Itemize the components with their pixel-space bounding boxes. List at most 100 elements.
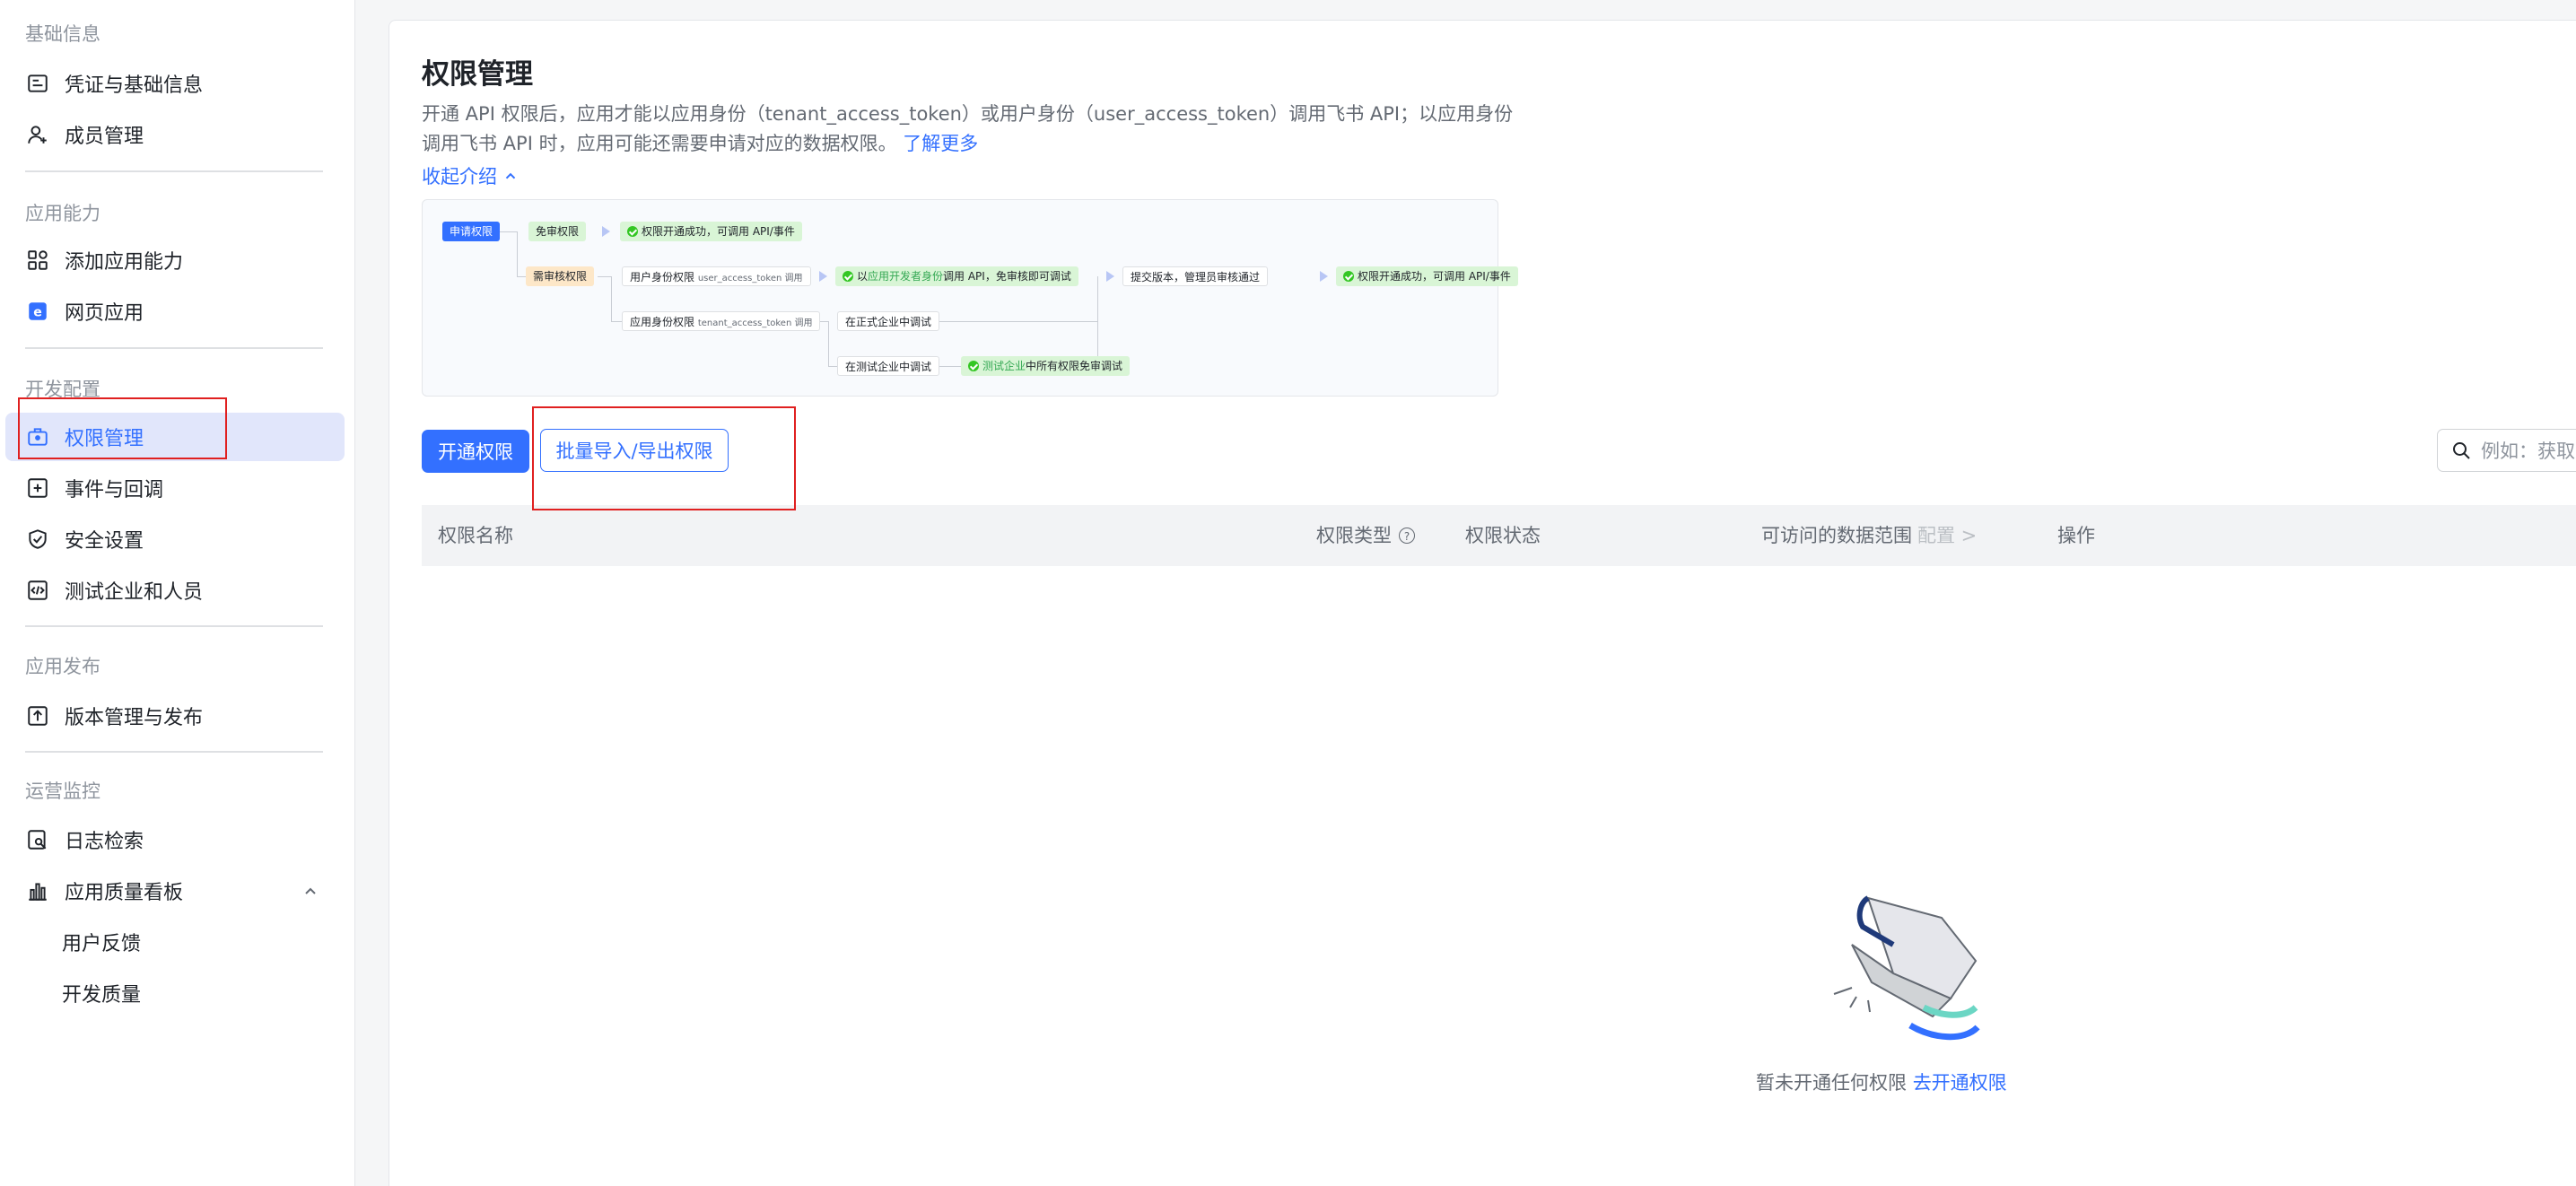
- flow-tenant-token: tenant_access_token 调用: [697, 318, 813, 328]
- check-circle-icon: [968, 361, 979, 371]
- sidebar-item-label: 日志检索: [65, 831, 144, 853]
- flow-success-2-text: 权限开通成功，可调用 API/事件: [1358, 270, 1511, 283]
- column-name: 权限名称: [438, 525, 513, 546]
- flow-line: [828, 366, 837, 367]
- flow-test-all-post: 中所有权限免审调试: [1026, 360, 1123, 372]
- sidebar-item-security[interactable]: 安全设置: [5, 515, 345, 563]
- go-open-permission-link[interactable]: 去开通权限: [1913, 1072, 2007, 1094]
- flow-dev-call-post: 调用 API，免审核即可调试: [943, 270, 1071, 283]
- upload-icon: [25, 703, 50, 728]
- flow-no-review: 免审权限: [528, 222, 587, 241]
- sidebar-item-label: 网页应用: [65, 302, 144, 325]
- sidebar-item-label: 安全设置: [65, 530, 144, 553]
- sidebar-item-quality-board[interactable]: 应用质量看板: [5, 867, 345, 915]
- column-scope-label: 可访问的数据范围: [1761, 525, 1912, 546]
- flow-line: [828, 321, 829, 366]
- flow-app-identity: 应用身份权限 tenant_access_token 调用: [622, 311, 821, 331]
- flow-user-token: user_access_token 调用: [697, 274, 803, 283]
- search-input[interactable]: 例如：获取: [2437, 429, 2576, 472]
- flow-arrow: [602, 226, 610, 237]
- sidebar-item-add-capability[interactable]: 添加应用能力: [5, 236, 345, 284]
- permission-flow-diagram: 申请权限 免审权限 权限开通成功，可调用 API/事件 需审核权限 用户身份权限…: [422, 199, 1518, 397]
- check-circle-icon: [627, 226, 638, 237]
- sidebar-item-label: 事件与回调: [65, 479, 164, 501]
- collapse-intro-link[interactable]: 收起介绍: [422, 162, 519, 189]
- section-title-release: 应用发布: [25, 656, 100, 677]
- section-title-monitoring: 运营监控: [25, 780, 100, 802]
- flow-line: [934, 321, 1097, 322]
- log-search-icon: [25, 827, 50, 852]
- flow-test-all: 测试企业中所有权限免审调试: [961, 356, 1131, 376]
- flow-line: [1097, 276, 1098, 366]
- help-circle-icon[interactable]: ?: [1399, 528, 1415, 544]
- flow-line: [611, 276, 612, 321]
- sidebar-item-web-app[interactable]: e 网页应用: [5, 287, 345, 336]
- section-title-capability: 应用能力: [25, 203, 100, 224]
- flow-user-identity-text: 用户身份权限: [630, 271, 695, 283]
- column-type-label: 权限类型: [1316, 525, 1392, 546]
- column-action: 操作: [2057, 525, 2095, 546]
- flow-formal-debug: 在正式企业中调试: [837, 311, 940, 331]
- flow-arrow: [1320, 271, 1328, 282]
- flow-user-identity: 用户身份权限 user_access_token 调用: [622, 266, 811, 286]
- page-description: 开通 API 权限后，应用才能以应用身份（tenant_access_token…: [422, 100, 1516, 159]
- sidebar-item-label: 凭证与基础信息: [65, 74, 204, 97]
- flow-line: [819, 321, 828, 322]
- sidebar-item-label: 测试企业和人员: [65, 581, 204, 604]
- main-panel: 权限管理 开通 API 权限后，应用才能以应用身份（tenant_access_…: [389, 20, 2576, 1186]
- highlight-box-sidebar: [18, 397, 227, 459]
- sidebar-item-label: 成员管理: [65, 126, 144, 148]
- flow-success-2: 权限开通成功，可调用 API/事件: [1336, 266, 1518, 286]
- sidebar-item-label: 版本管理与发布: [65, 707, 204, 729]
- divider: [25, 170, 323, 172]
- web-app-icon: e: [25, 299, 50, 324]
- sidebar-item-events[interactable]: 事件与回调: [5, 464, 345, 512]
- section-title-basic: 基础信息: [25, 23, 100, 45]
- search-placeholder: 例如：获取: [2481, 440, 2575, 462]
- table-header: 权限名称 权限类型 ? 权限状态 可访问的数据范围 配置 > 操作: [422, 505, 2576, 566]
- column-status: 权限状态: [1465, 525, 1541, 546]
- flow-dev-call: 以应用开发者身份调用 API，免审核即可调试: [835, 266, 1078, 286]
- column-scope: 可访问的数据范围 配置 >: [1761, 505, 1977, 566]
- chevron-up-icon[interactable]: [301, 882, 319, 900]
- sidebar-item-versions[interactable]: 版本管理与发布: [5, 692, 345, 740]
- open-permission-button[interactable]: 开通权限: [422, 430, 529, 473]
- sidebar-item-test-company[interactable]: 测试企业和人员: [5, 566, 345, 615]
- check-circle-icon: [843, 271, 853, 282]
- flow-arrow: [1106, 271, 1114, 282]
- divider: [25, 625, 323, 627]
- check-circle-icon: [1343, 271, 1354, 282]
- id-card-icon: [25, 71, 50, 96]
- sidebar-item-credentials[interactable]: 凭证与基础信息: [5, 59, 345, 108]
- flow-arrow: [819, 271, 827, 282]
- bar-chart-icon: [25, 878, 50, 903]
- sidebar-item-feedback[interactable]: 用户反馈: [5, 918, 345, 966]
- shield-check-icon: [25, 527, 50, 552]
- empty-box-illustration: [1833, 895, 1980, 1041]
- sidebar-item-log-search[interactable]: 日志检索: [5, 815, 345, 864]
- grid-add-icon: [25, 248, 50, 273]
- user-add-icon: [25, 122, 50, 147]
- sidebar: 基础信息 凭证与基础信息 成员管理 应用能力 添加应用能力 e 网页应用 开发配…: [0, 0, 355, 1186]
- sidebar-item-label: 添加应用能力: [65, 251, 184, 274]
- learn-more-link[interactable]: 了解更多: [903, 133, 978, 154]
- sidebar-item-dev-quality[interactable]: 开发质量: [5, 969, 345, 1017]
- flow-line: [517, 276, 526, 277]
- flow-apply: 申请权限: [442, 222, 501, 241]
- flow-dev-call-green: 应用开发者身份: [868, 270, 944, 283]
- flow-line: [499, 231, 517, 232]
- scope-config-link[interactable]: 配置 >: [1917, 505, 1977, 566]
- code-icon: [25, 578, 50, 603]
- flow-app-identity-text: 应用身份权限: [630, 316, 695, 328]
- svg-text:e: e: [33, 305, 42, 319]
- flow-line: [598, 276, 611, 277]
- sidebar-item-members[interactable]: 成员管理: [5, 110, 345, 159]
- flow-dev-call-pre: 以: [857, 270, 869, 283]
- flow-success-1-text: 权限开通成功，可调用 API/事件: [642, 225, 795, 238]
- event-add-icon: [25, 475, 50, 501]
- flow-submit: 提交版本，管理员审核通过: [1122, 266, 1269, 286]
- empty-state-message: 暂未开通任何权限 去开通权限: [1756, 1068, 2007, 1095]
- sidebar-item-label: 开发质量: [62, 984, 142, 1007]
- flow-test-all-green: 测试企业: [982, 360, 1026, 372]
- empty-state-text: 暂未开通任何权限: [1756, 1072, 1907, 1094]
